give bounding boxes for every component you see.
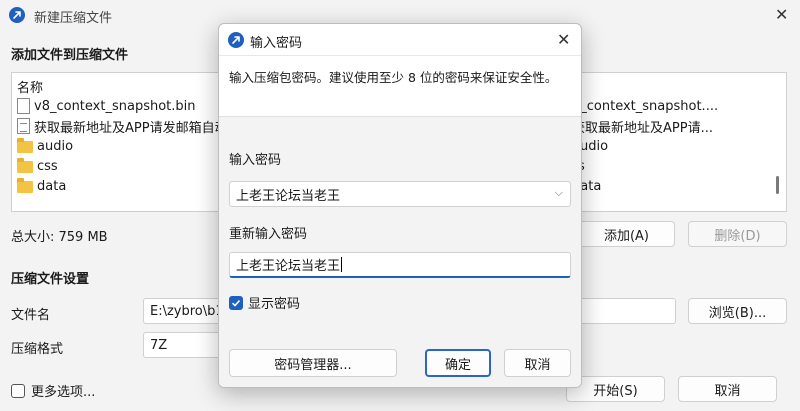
list-item[interactable]: data bbox=[17, 176, 66, 196]
password-dialog: 输入密码 ✕ 输入压缩包密码。建议使用至少 8 位的密码来保证安全性。 输入密码… bbox=[218, 23, 582, 388]
list-item[interactable]: css bbox=[17, 156, 58, 176]
confirm-password-value: 上老王论坛当老王 bbox=[236, 259, 341, 274]
files-section-title: 添加文件到压缩文件 bbox=[11, 48, 129, 63]
main-cancel-button[interactable]: 取消 bbox=[678, 376, 777, 402]
check-icon bbox=[231, 299, 241, 307]
total-size-label: 总大小: 759 MB bbox=[11, 230, 108, 245]
delete-button[interactable]: 删除(D) bbox=[688, 221, 787, 247]
ok-button[interactable]: 确定 bbox=[425, 349, 491, 377]
app-logo-icon bbox=[228, 32, 244, 48]
list-item-label: 8_context_snapshot.... bbox=[572, 98, 719, 114]
password-label: 输入密码 bbox=[229, 153, 282, 168]
list-item[interactable]: v8_context_snapshot.bin bbox=[17, 96, 196, 116]
settings-section-title: 压缩文件设置 bbox=[11, 272, 90, 287]
dialog-close-icon[interactable]: ✕ bbox=[557, 32, 570, 48]
dialog-title: 输入密码 bbox=[250, 36, 303, 51]
chevron-down-icon[interactable]: ⌵ bbox=[555, 186, 563, 200]
password-value: 上老王论坛当老王 bbox=[236, 188, 341, 204]
dialog-cancel-button[interactable]: 取消 bbox=[504, 349, 571, 377]
list-item-label: 获取最新地址及APP请... bbox=[572, 120, 713, 136]
dialog-hint-area: 输入压缩包密码。建议使用至少 8 位的密码来保证安全性。 bbox=[219, 56, 581, 116]
list-item-label: data bbox=[37, 178, 67, 194]
list-item[interactable]: 获取最新地址及APP请发邮箱自动 bbox=[17, 116, 228, 136]
show-password-label: 显示密码 bbox=[248, 297, 301, 312]
dialog-hint: 输入压缩包密码。建议使用至少 8 位的密码来保证安全性。 bbox=[229, 70, 558, 85]
show-password-toggle[interactable]: 显示密码 bbox=[229, 293, 300, 312]
column-header-name[interactable]: 名称 bbox=[17, 76, 43, 96]
list-item-label: 获取最新地址及APP请发邮箱自动 bbox=[34, 120, 228, 136]
folder-icon bbox=[17, 138, 33, 153]
format-label: 压缩格式 bbox=[11, 342, 64, 357]
folder-icon bbox=[17, 158, 33, 173]
list-item-label: v8_context_snapshot.bin bbox=[34, 98, 196, 114]
list-scrollbar[interactable] bbox=[776, 176, 779, 194]
browse-button[interactable]: 浏览(B)... bbox=[688, 298, 787, 324]
text-cursor bbox=[341, 257, 343, 272]
folder-icon bbox=[17, 178, 33, 193]
dialog-title-bar: 输入密码 ✕ bbox=[219, 24, 581, 56]
dialog-form: 输入密码 上老王论坛当老王 ⌵ 重新输入密码 上老王论坛当老王 显示密码 密码管… bbox=[219, 116, 581, 387]
list-item-label: audio bbox=[37, 138, 74, 154]
confirm-password-label: 重新输入密码 bbox=[229, 227, 308, 242]
password-manager-button[interactable]: 密码管理器... bbox=[229, 349, 397, 377]
window-close-icon[interactable]: ✕ bbox=[775, 7, 788, 23]
app-logo-icon bbox=[9, 7, 25, 23]
filename-label: 文件名 bbox=[11, 308, 51, 323]
confirm-password-input[interactable]: 上老王论坛当老王 bbox=[229, 252, 571, 278]
text-file-icon bbox=[17, 118, 30, 134]
filename-value: E:\zybro\b1\ bbox=[150, 303, 229, 319]
list-item-label: css bbox=[37, 158, 58, 174]
format-value: 7Z bbox=[150, 337, 168, 353]
show-password-checkbox[interactable] bbox=[229, 295, 243, 310]
password-input[interactable]: 上老王论坛当老王 ⌵ bbox=[229, 181, 571, 207]
more-options-label: 更多选项... bbox=[31, 385, 96, 400]
window-title: 新建压缩文件 bbox=[34, 11, 113, 26]
more-options-toggle[interactable]: 更多选项... bbox=[11, 381, 95, 400]
file-icon bbox=[17, 98, 30, 114]
add-button[interactable]: 添加(A) bbox=[578, 221, 675, 247]
more-options-checkbox[interactable] bbox=[11, 383, 25, 398]
list-item[interactable]: audio bbox=[17, 136, 73, 156]
